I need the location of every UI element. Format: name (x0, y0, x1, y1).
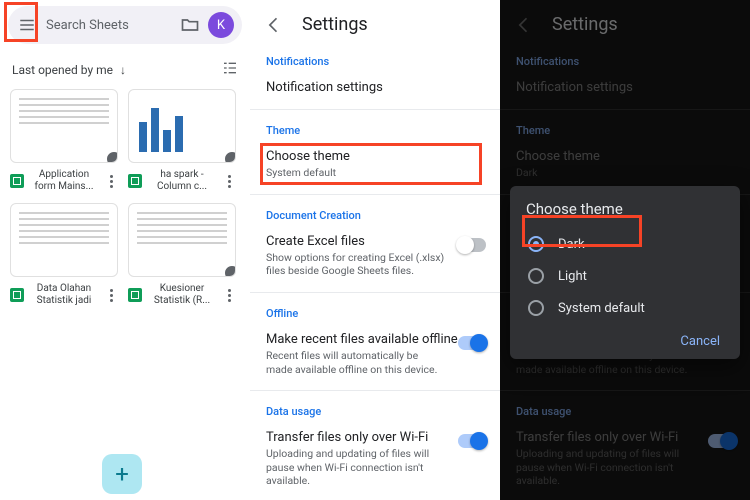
back-arrow-icon[interactable] (264, 15, 284, 35)
theme-option-light[interactable]: Light (526, 260, 724, 292)
cancel-button[interactable]: Cancel (680, 334, 720, 349)
more-icon[interactable] (222, 175, 236, 188)
search-placeholder[interactable]: Search Sheets (46, 18, 172, 33)
toggle-offline[interactable] (458, 336, 486, 350)
sheets-icon (128, 288, 142, 302)
file-grid: Application form Mains... ha spark - Col… (0, 85, 250, 311)
avatar[interactable]: K (208, 12, 234, 38)
radio-icon (528, 268, 544, 284)
page-title: Settings (302, 14, 368, 35)
radio-icon (528, 300, 544, 316)
setting-wifi[interactable]: Transfer files only over Wi-FiUploading … (250, 422, 500, 498)
theme-option-system[interactable]: System default (526, 292, 724, 324)
new-file-fab[interactable]: + (102, 454, 142, 494)
sheets-icon (128, 174, 142, 188)
more-icon[interactable] (104, 289, 118, 302)
settings-header: Settings (250, 0, 500, 45)
file-card[interactable]: ha spark - Column c... (128, 89, 236, 193)
more-icon[interactable] (222, 289, 236, 302)
search-bar[interactable]: Search Sheets K (8, 6, 242, 44)
section-label: Theme (250, 114, 500, 141)
shared-badge-icon (223, 264, 236, 277)
settings-panel-dark: Settings Notifications Notification sett… (500, 0, 750, 500)
shared-badge-icon (105, 150, 118, 163)
toggle-wifi[interactable] (458, 434, 486, 448)
settings-panel-light: Settings Notifications Notification sett… (250, 0, 500, 500)
radio-icon (528, 236, 544, 252)
sheets-home-panel: Search Sheets K Last opened by me ↓ Appl… (0, 0, 250, 500)
sheets-icon (10, 288, 24, 302)
hamburger-menu-icon[interactable] (16, 14, 38, 36)
section-label: Data usage (250, 395, 500, 422)
file-card[interactable]: Kuesioner Statistik (R... (128, 203, 236, 307)
choose-theme-dialog: Choose theme Dark Light System default C… (510, 186, 740, 359)
section-label: Offline (250, 297, 500, 324)
dialog-title: Choose theme (526, 200, 724, 218)
setting-offline[interactable]: Make recent files available offlineRecen… (250, 324, 500, 386)
setting-notification[interactable]: Notification settings (250, 72, 500, 105)
folder-icon[interactable] (180, 15, 200, 35)
setting-choose-theme[interactable]: Choose themeSystem default (250, 141, 500, 190)
view-toggle-icon[interactable] (222, 60, 238, 79)
toggle-excel[interactable] (458, 238, 486, 252)
file-card[interactable]: Data Olahan Statistik jadi (10, 203, 118, 307)
setting-excel[interactable]: Create Excel filesShow options for creat… (250, 226, 500, 288)
section-label: Notifications (250, 45, 500, 72)
shared-badge-icon (223, 150, 236, 163)
sort-dropdown[interactable]: Last opened by me ↓ (12, 63, 126, 77)
section-label: Document Creation (250, 199, 500, 226)
theme-option-dark[interactable]: Dark (526, 228, 724, 260)
file-card[interactable]: Application form Mains... (10, 89, 118, 193)
sheets-icon (10, 174, 24, 188)
sort-row: Last opened by me ↓ (0, 50, 250, 85)
more-icon[interactable] (104, 175, 118, 188)
